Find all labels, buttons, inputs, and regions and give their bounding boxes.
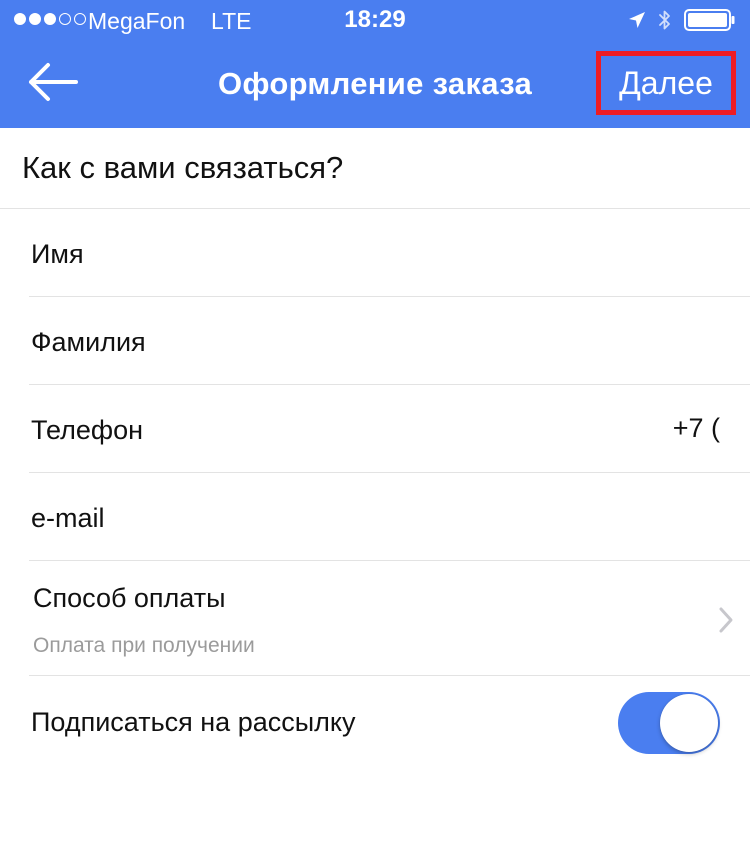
back-button[interactable] — [22, 60, 82, 108]
battery-icon — [684, 9, 736, 36]
status-bar: MegaFon LTE 18:29 — [0, 0, 750, 40]
email-field[interactable]: e-mail — [0, 473, 750, 561]
subscribe-toggle[interactable] — [618, 692, 720, 754]
phone-label: Телефон — [31, 415, 144, 445]
chevron-right-icon — [718, 606, 734, 639]
next-button[interactable]: Далее — [596, 51, 736, 115]
phone-field[interactable]: Телефон +7 ( — [0, 385, 750, 473]
payment-method-value: Оплата при получении — [33, 634, 255, 657]
status-icons — [628, 9, 736, 36]
toggle-knob[interactable] — [660, 694, 718, 752]
subscribe-row: Подписаться на рассылку — [0, 677, 750, 771]
subscribe-label: Подписаться на рассылку — [31, 707, 356, 737]
bluetooth-icon — [658, 9, 672, 36]
navigation-bar: Оформление заказа Далее — [0, 40, 750, 128]
arrow-left-icon — [26, 62, 78, 107]
location-arrow-icon — [628, 11, 646, 34]
divider — [29, 675, 750, 676]
header: MegaFon LTE 18:29 Оформление заказа Дале… — [0, 0, 750, 128]
first-name-label: Имя — [31, 239, 84, 269]
first-name-field[interactable]: Имя — [0, 209, 750, 297]
last-name-label: Фамилия — [31, 327, 146, 357]
section-title: Как с вами связаться? — [22, 150, 344, 185]
payment-method-row[interactable]: Способ оплаты Оплата при получении — [0, 560, 750, 676]
payment-method-label: Способ оплаты — [33, 583, 226, 613]
last-name-field[interactable]: Фамилия — [0, 297, 750, 385]
email-label: e-mail — [31, 503, 105, 533]
phone-prefix: +7 ( — [672, 413, 720, 443]
